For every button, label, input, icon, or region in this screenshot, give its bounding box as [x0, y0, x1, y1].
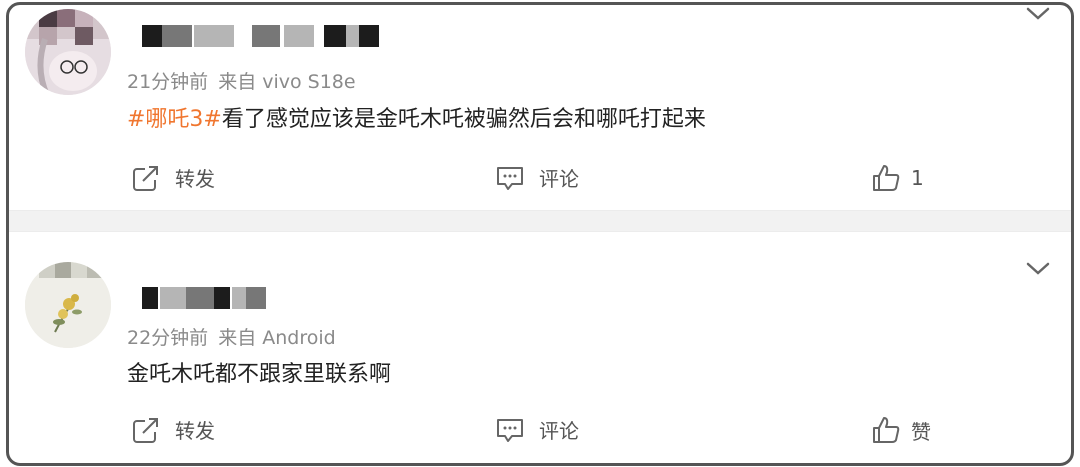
like-button[interactable]: 1 — [871, 163, 924, 193]
chevron-down-icon[interactable] — [1025, 260, 1051, 278]
timestamp: 22分钟前 — [127, 327, 209, 349]
forward-label: 转发 — [175, 419, 215, 443]
comment-button[interactable]: 评论 — [495, 163, 579, 192]
hashtag-link[interactable]: #哪吒3# — [127, 107, 222, 132]
forward-icon — [133, 417, 158, 443]
comment-item: 21分钟前 来自 vivo S18e #哪吒3#看了感觉应该是金吒木吒被骗然后会和… — [9, 5, 1071, 210]
forward-button[interactable]: 转发 — [131, 415, 215, 444]
comment-text: #哪吒3#看了感觉应该是金吒木吒被骗然后会和哪吒打起来 — [127, 101, 706, 133]
avatar[interactable] — [25, 262, 111, 348]
comment-body: 看了感觉应该是金吒木吒被骗然后会和哪吒打起来 — [221, 107, 706, 132]
like-count: 1 — [911, 166, 924, 190]
comment-button[interactable]: 评论 — [495, 415, 579, 444]
comment-item: 22分钟前 来自 Android 金吒木吒都不跟家里联系啊 转发 评论 赞 — [9, 230, 1071, 463]
comment-list: 21分钟前 来自 vivo S18e #哪吒3#看了感觉应该是金吒木吒被骗然后会和… — [6, 2, 1074, 466]
chevron-down-icon[interactable] — [1025, 5, 1051, 23]
avatar[interactable] — [25, 9, 111, 95]
comment-icon — [497, 166, 523, 190]
like-button[interactable]: 赞 — [871, 415, 931, 445]
forward-button[interactable]: 转发 — [131, 163, 215, 192]
comment-body: 金吒木吒都不跟家里联系啊 — [127, 362, 392, 387]
comment-label: 评论 — [539, 167, 579, 191]
like-label: 赞 — [911, 419, 931, 444]
forward-label: 转发 — [175, 167, 215, 191]
post-source: 来自 Android — [218, 327, 336, 349]
comment-icon — [497, 418, 523, 442]
divider — [9, 210, 1071, 232]
post-source: 来自 vivo S18e — [218, 71, 356, 93]
like-icon — [873, 165, 900, 191]
comment-label: 评论 — [539, 419, 579, 443]
comment-text: 金吒木吒都不跟家里联系啊 — [127, 356, 391, 388]
timestamp: 21分钟前 — [127, 71, 209, 93]
comment-meta: 21分钟前 来自 vivo S18e — [127, 67, 356, 94]
like-icon — [873, 417, 900, 443]
comment-meta: 22分钟前 来自 Android — [127, 323, 336, 350]
forward-icon — [133, 165, 158, 191]
